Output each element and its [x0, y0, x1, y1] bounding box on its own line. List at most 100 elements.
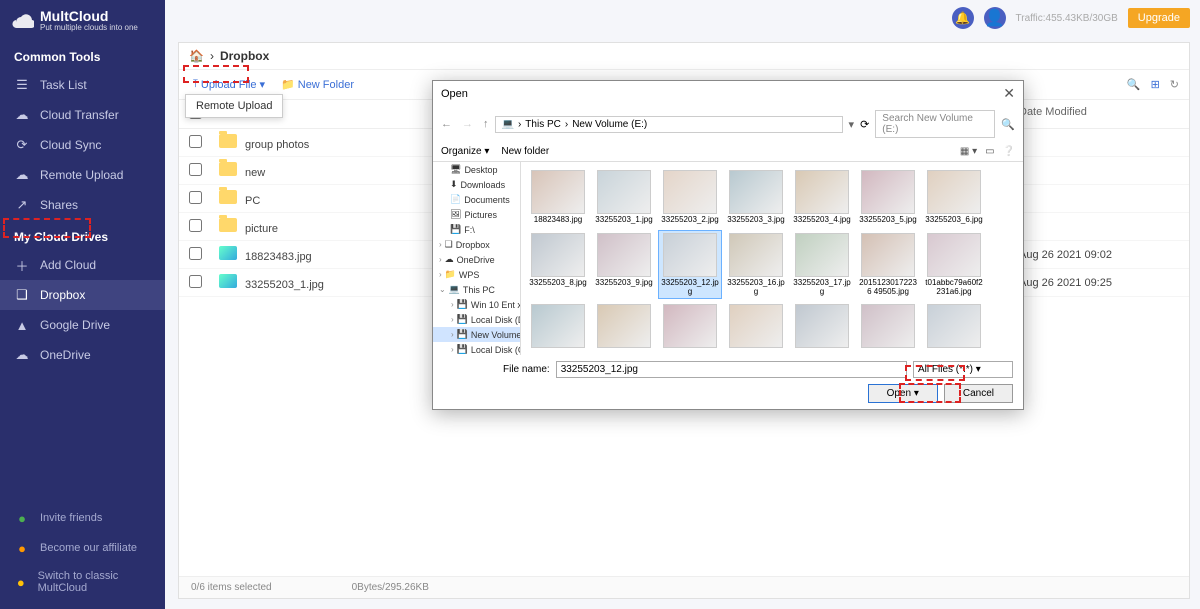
file-thumbnail[interactable]: 33255203_9.jpg [593, 231, 655, 299]
sidebar-item-remote-upload[interactable]: ☁Remote Upload [0, 160, 165, 190]
view-mode-icon[interactable]: ▦ ▾ [960, 146, 977, 157]
file-thumbnail[interactable]: 33255203_5.jpg [857, 168, 919, 227]
open-button[interactable]: Open ▾ [868, 384, 938, 403]
new-folder-button[interactable]: 📁 New Folder [277, 74, 358, 95]
file-thumbnail[interactable]: 33255203_3.jpg [725, 168, 787, 227]
tree-item[interactable]: › ❑Dropbox [433, 237, 520, 252]
tree-item[interactable]: ⬇Downloads [433, 177, 520, 192]
file-thumbnail[interactable] [725, 302, 787, 350]
file-thumbnail[interactable] [659, 302, 721, 350]
upload-file-button[interactable]: ⤒ Upload File ▾ [189, 74, 269, 95]
menu-remote-upload[interactable]: Remote Upload [186, 95, 282, 117]
dialog-search-input[interactable]: Search New Volume (E:) [875, 110, 995, 138]
file-thumbnail[interactable]: 33255203_17.jpg [791, 231, 853, 299]
brand-tagline: Put multiple clouds into one [40, 23, 138, 32]
sidebar: MultCloud Put multiple clouds into one C… [0, 0, 165, 609]
file-thumbnail[interactable]: 18823483.jpg [527, 168, 589, 227]
tree-icon: 💻 [449, 284, 460, 295]
preview-icon[interactable]: ▭ [985, 146, 994, 157]
sidebar-drive-add-cloud[interactable]: ＋Add Cloud [0, 250, 165, 280]
thumbnail-image [531, 233, 585, 277]
nav-icon: ⟳ [14, 137, 30, 153]
file-thumbnail[interactable] [791, 302, 853, 350]
nav-up-icon[interactable]: ↑ [483, 118, 489, 130]
bell-icon[interactable]: 🔔 [952, 7, 974, 29]
sidebar-drive-google-drive[interactable]: ▲Google Drive [0, 310, 165, 340]
file-filter[interactable]: All Files (*.*) ▾ [913, 361, 1013, 378]
tree-icon: 📁 [445, 269, 456, 280]
upgrade-button[interactable]: Upgrade [1128, 8, 1190, 28]
filename-input[interactable] [556, 361, 907, 378]
sidebar-item-task-list[interactable]: ☰Task List [0, 70, 165, 100]
sidebar-drive-onedrive[interactable]: ☁OneDrive [0, 340, 165, 370]
tree-item[interactable]: 💾F:\ [433, 222, 520, 237]
file-thumbnail[interactable]: t01abbc79a60f2231a6.jpg [923, 231, 985, 299]
tree-item[interactable]: 🖼Pictures [433, 207, 520, 222]
row-checkbox[interactable] [189, 135, 202, 148]
file-thumbnail[interactable]: 33255203_8.jpg [527, 231, 589, 299]
thumbnail-image [795, 233, 849, 277]
path-dropdown-icon[interactable]: ▾ [849, 118, 855, 131]
tree-item[interactable]: 📄Documents [433, 192, 520, 207]
path-bar[interactable]: 💻 › This PC › New Volume (E:) [495, 116, 843, 133]
file-thumbnail[interactable] [857, 302, 919, 350]
tree-item[interactable]: › ☁OneDrive [433, 252, 520, 267]
tree-item[interactable]: › 💾Local Disk (D:) [433, 312, 520, 327]
file-thumbnail[interactable]: 33255203_1.jpg [593, 168, 655, 227]
tree-item[interactable]: ⌄ 💻This PC [433, 282, 520, 297]
avatar[interactable]: 👤 [984, 7, 1006, 29]
close-icon[interactable]: ✕ [1003, 85, 1015, 102]
thumbnail-image [729, 304, 783, 348]
dlg-new-folder[interactable]: New folder [501, 146, 549, 157]
tree-item[interactable]: › 💾Win 10 Ent x64 ( [433, 297, 520, 312]
tree-icon: ❑ [445, 239, 453, 250]
sidebar-item-cloud-transfer[interactable]: ☁Cloud Transfer [0, 100, 165, 130]
cancel-button[interactable]: Cancel [944, 384, 1013, 403]
row-checkbox[interactable] [189, 247, 202, 260]
row-checkbox[interactable] [189, 219, 202, 232]
home-icon[interactable]: 🏠 [189, 49, 204, 63]
tree-item[interactable]: 🖥Desktop [433, 162, 520, 177]
thumbnail-image [663, 170, 717, 214]
tree-item[interactable]: › 💾Local Disk (G:) [433, 342, 520, 355]
dot-icon: ● [14, 574, 28, 590]
tree-item[interactable]: › 💾New Volume (E:) [433, 327, 520, 342]
row-checkbox[interactable] [189, 163, 202, 176]
help-icon[interactable]: ❔ [1003, 146, 1015, 157]
file-open-dialog: Open ✕ ← → ↑ 💻 › This PC › New Volume (E… [432, 80, 1024, 410]
folder-icon [219, 218, 237, 232]
file-thumbnail[interactable]: 33255203_16.jpg [725, 231, 787, 299]
logo-area: MultCloud Put multiple clouds into one [0, 0, 165, 40]
refresh-icon[interactable]: ↻ [1170, 78, 1179, 91]
file-thumbnail[interactable] [527, 302, 589, 350]
file-thumbnail[interactable] [593, 302, 655, 350]
tree-icon: ☁ [445, 254, 454, 265]
file-thumbnail[interactable]: 33255203_12.jpg [659, 231, 721, 299]
refresh-path-icon[interactable]: ⟳ [860, 118, 869, 131]
nav-back-icon[interactable]: ← [441, 118, 452, 130]
breadcrumb-current[interactable]: Dropbox [220, 49, 269, 63]
thumbnail-image [597, 170, 651, 214]
logo-icon [10, 8, 34, 32]
nav-forward-icon[interactable]: → [462, 118, 473, 130]
file-thumbnail[interactable]: 33255203_4.jpg [791, 168, 853, 227]
sidebar-bottom-switch-to-classic-multcloud[interactable]: ●Switch to classic MultCloud [0, 563, 165, 601]
search-go-icon[interactable]: 🔍 [1001, 118, 1015, 131]
drive-icon: ☁ [14, 347, 30, 363]
row-checkbox[interactable] [189, 275, 202, 288]
file-thumbnail[interactable]: 20151230172236 49505.jpg [857, 231, 919, 299]
file-thumbnail[interactable]: 33255203_6.jpg [923, 168, 985, 227]
file-thumbnail[interactable]: 33255203_2.jpg [659, 168, 721, 227]
organize-button[interactable]: Organize ▾ [441, 146, 489, 157]
row-checkbox[interactable] [189, 191, 202, 204]
sidebar-drive-dropbox[interactable]: ❑Dropbox [0, 280, 165, 310]
sidebar-item-shares[interactable]: ↗Shares [0, 190, 165, 220]
tree-item[interactable]: › 📁WPS [433, 267, 520, 282]
sidebar-item-cloud-sync[interactable]: ⟳Cloud Sync [0, 130, 165, 160]
search-icon[interactable]: 🔍 [1127, 78, 1141, 91]
file-thumbnail[interactable] [923, 302, 985, 350]
view-grid-icon[interactable]: ⊞ [1151, 78, 1160, 91]
sidebar-bottom-invite-friends[interactable]: ●Invite friends [0, 503, 165, 533]
sidebar-bottom-become-our-affiliate[interactable]: ●Become our affiliate [0, 533, 165, 563]
col-date[interactable]: Date Modified [1019, 106, 1179, 122]
